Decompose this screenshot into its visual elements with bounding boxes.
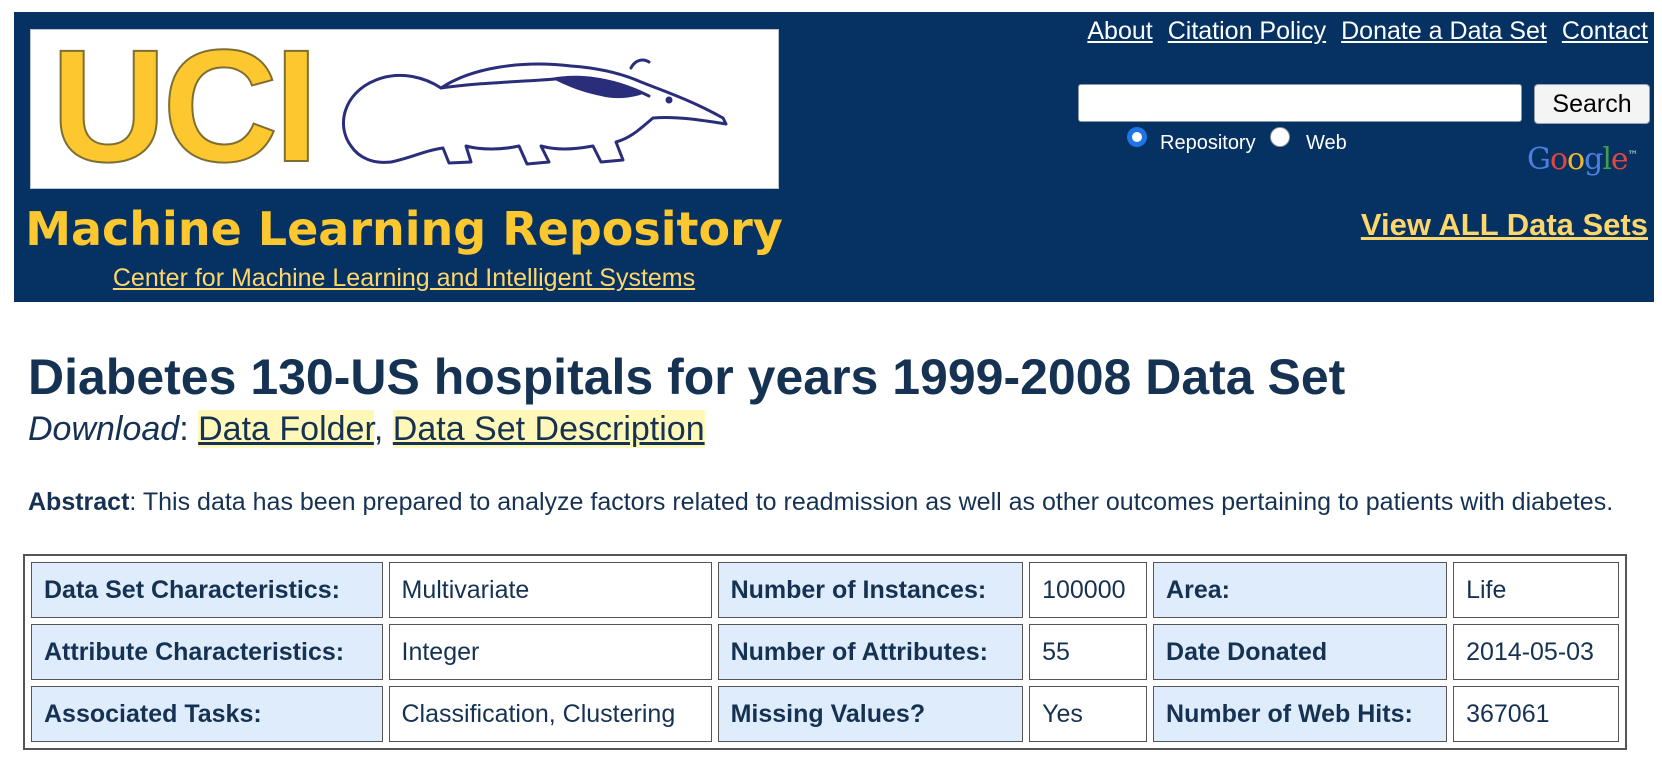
anteater-icon <box>342 58 728 166</box>
uci-logo[interactable]: UCI <box>30 16 779 195</box>
view-all-datasets-link[interactable]: View ALL Data Sets <box>1361 207 1648 243</box>
download-colon: : <box>179 410 199 448</box>
value-cell: Yes <box>1029 686 1148 742</box>
radio-repository[interactable] <box>1127 127 1147 147</box>
label-cell: Number of Web Hits: <box>1153 686 1448 742</box>
top-nav: About Citation Policy Donate a Data Set … <box>1087 17 1648 46</box>
table-row: Data Set Characteristics: Multivariate N… <box>31 562 1619 618</box>
google-letter: o <box>1567 142 1585 177</box>
radio-web-label: Web <box>1306 132 1347 154</box>
radio-repository-label: Repository <box>1160 132 1256 154</box>
value-cell: 2014-05-03 <box>1453 624 1619 680</box>
value-cell: 55 <box>1029 624 1148 680</box>
page-title: Diabetes 130-US hospitals for years 1999… <box>28 349 1346 405</box>
value-cell: Multivariate <box>388 562 712 618</box>
table-row: Attribute Characteristics: Integer Numbe… <box>31 624 1619 680</box>
label-cell: Associated Tasks: <box>31 686 383 742</box>
google-letter: o <box>1549 142 1568 177</box>
download-line: Download: Data Folder, Data Set Descript… <box>28 410 705 449</box>
repository-title: Machine Learning Repository <box>25 202 783 256</box>
download-separator: , <box>373 410 393 448</box>
table-row: Associated Tasks: Classification, Cluste… <box>31 686 1619 742</box>
nav-donate-data-set[interactable]: Donate a Data Set <box>1341 17 1547 46</box>
label-cell: Missing Values? <box>717 686 1024 742</box>
label-cell: Attribute Characteristics: <box>31 624 383 680</box>
label-cell: Number of Attributes: <box>717 624 1024 680</box>
search-input[interactable] <box>1078 84 1522 122</box>
google-letter: l <box>1602 142 1612 177</box>
google-letter: e <box>1610 142 1629 177</box>
google-logo: Google™ <box>1527 142 1638 177</box>
label-cell: Data Set Characteristics: <box>31 562 383 618</box>
abstract-text: : This data has been prepared to analyze… <box>129 488 1614 516</box>
uci-logo-text: UCI <box>50 16 320 195</box>
header-banner: UCI Machine Learning Repository Center f… <box>14 12 1654 302</box>
value-cell: 367061 <box>1453 686 1619 742</box>
nav-citation-policy[interactable]: Citation Policy <box>1168 17 1326 46</box>
trademark-mark: ™ <box>1627 150 1638 161</box>
nav-about[interactable]: About <box>1087 17 1152 46</box>
label-cell: Area: <box>1153 562 1448 618</box>
label-cell: Date Donated <box>1153 624 1448 680</box>
download-label: Download <box>28 410 180 448</box>
data-set-description-link[interactable]: Data Set Description <box>392 410 705 448</box>
dataset-details-table: Data Set Characteristics: Multivariate N… <box>23 554 1627 750</box>
data-folder-link[interactable]: Data Folder <box>198 410 374 448</box>
abstract-label: Abstract <box>28 488 130 516</box>
center-ml-link[interactable]: Center for Machine Learning and Intellig… <box>14 264 794 293</box>
search-button[interactable]: Search <box>1534 84 1650 124</box>
value-cell: Life <box>1453 562 1619 618</box>
google-letter: G <box>1527 142 1551 177</box>
value-cell: 100000 <box>1029 562 1148 618</box>
radio-web[interactable] <box>1270 127 1290 147</box>
value-cell: Classification, Clustering <box>388 686 712 742</box>
value-cell: Integer <box>388 624 712 680</box>
nav-contact[interactable]: Contact <box>1562 17 1648 46</box>
abstract: Abstract: This data has been prepared to… <box>28 488 1628 517</box>
label-cell: Number of Instances: <box>717 562 1024 618</box>
google-letter: g <box>1584 142 1603 177</box>
